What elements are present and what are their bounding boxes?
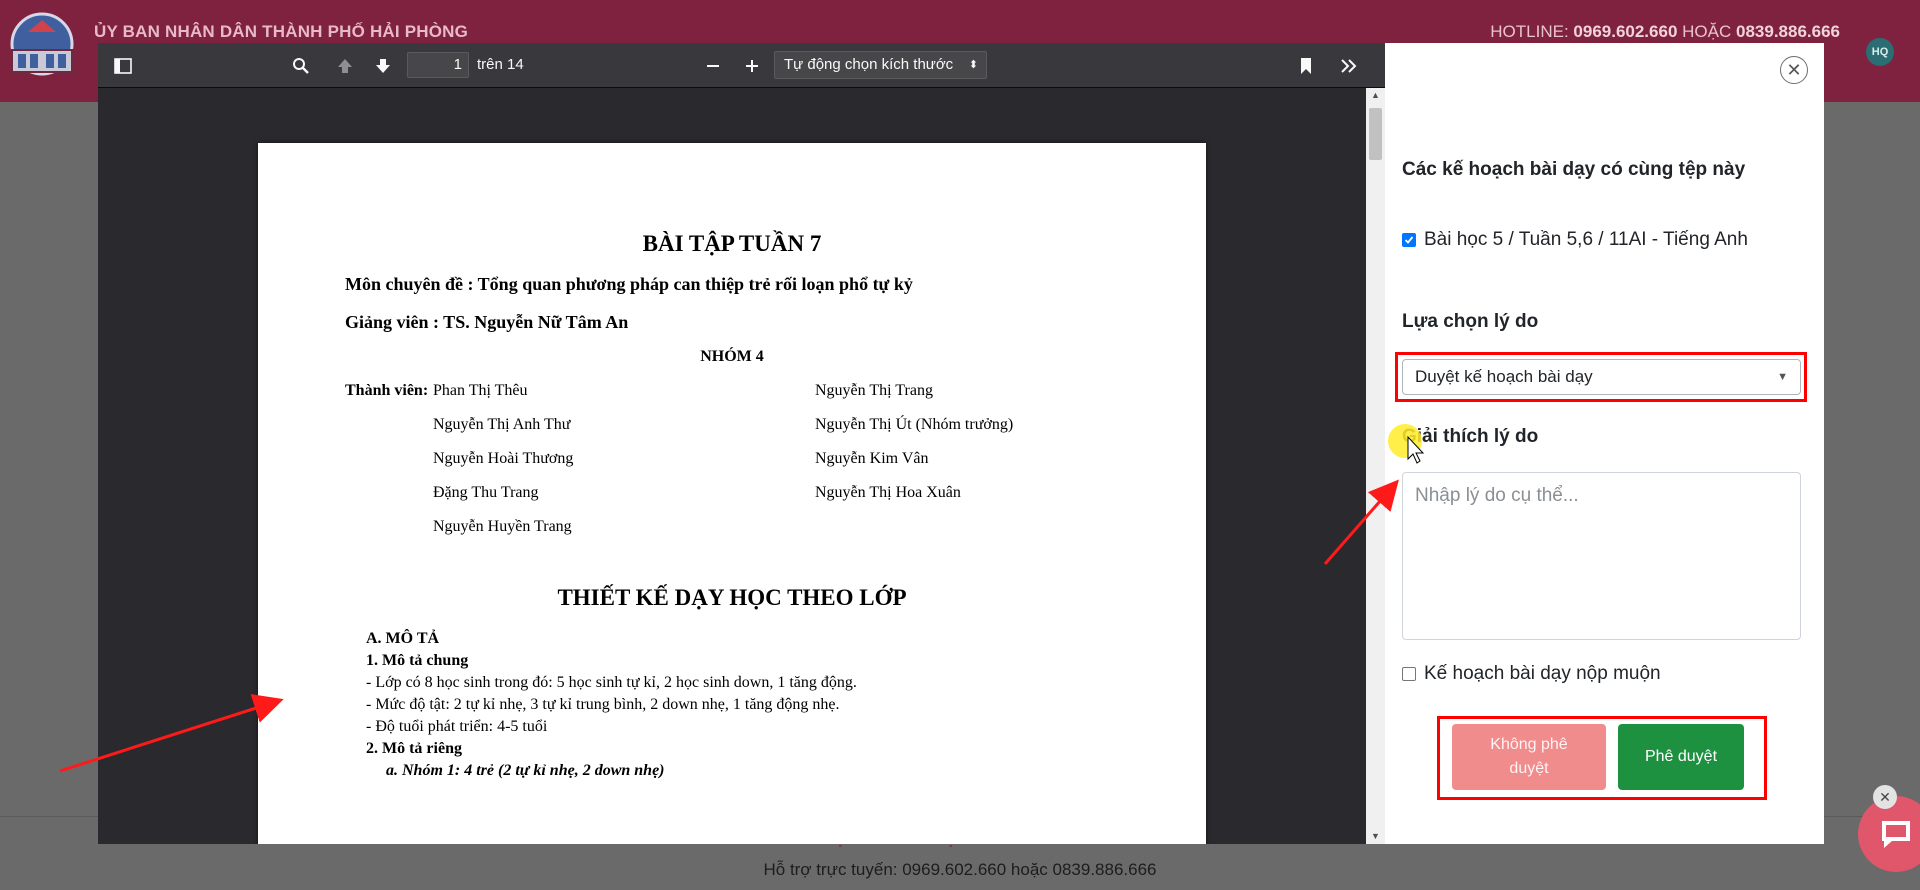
doc-bullet-3: - Độ tuổi phát triển: 4-5 tuổi — [366, 718, 548, 735]
doc-group: NHÓM 4 — [700, 348, 764, 365]
agency-name: ỦY BAN NHÂN DÂN THÀNH PHỐ HẢI PHÒNG — [94, 22, 469, 41]
member-left-4: Đặng Thu Trang — [433, 484, 539, 501]
hotline-number-2: 0839.886.666 — [1736, 22, 1840, 41]
select-updown-icon: ⬍ — [968, 59, 978, 71]
scroll-up-icon[interactable]: ▲ — [1366, 90, 1385, 100]
related-item[interactable]: Bài học 5 / Tuần 5,6 / 11AI - Tiếng Anh — [1402, 229, 1748, 251]
zoom-select-value: Tự động chọn kích thước — [784, 56, 954, 73]
checkbox-checked-icon[interactable] — [1402, 233, 1416, 247]
reject-button-label: Không phê duyệt — [1490, 736, 1568, 777]
doc-title: BÀI TẬP TUẦN 7 — [642, 231, 822, 256]
chat-icon — [1882, 821, 1910, 848]
doc-s1-heading: 1. Mô tả chung — [366, 652, 469, 669]
review-modal: 1 trên 14 Tự động chọn kích thước ⬍ BÀI … — [98, 43, 1824, 844]
footer-support: Hỗ trợ trực tuyến: 0969.602.660 hoặc 083… — [763, 860, 1157, 879]
member-left-1: Phan Thị Thêu — [433, 382, 528, 399]
bookmark-icon[interactable] — [1291, 51, 1321, 79]
doc-subject: Môn chuyên đề : Tổng quan phương pháp ca… — [345, 274, 913, 294]
doc-a-heading: A. MÔ TẢ — [366, 630, 440, 647]
pdf-scrollbar[interactable]: ▲ ▼ — [1366, 88, 1385, 844]
doc-bullet-2: - Mức độ tật: 2 tự kỉ nhẹ, 3 tự kỉ trung… — [366, 696, 840, 713]
explain-textarea[interactable]: Nhập lý do cụ thể... — [1402, 472, 1801, 640]
member-right-3: Nguyễn Kim Vân — [815, 450, 929, 467]
doc-bullet-1: - Lớp có 8 học sinh trong đó: 5 học sinh… — [366, 674, 857, 691]
sidebar-toggle-icon[interactable] — [108, 51, 138, 79]
previous-page-icon[interactable] — [330, 51, 360, 79]
member-left-5: Nguyễn Huyền Trang — [433, 518, 572, 535]
approve-button[interactable]: Phê duyệt — [1618, 724, 1744, 790]
reason-select-value: Duyệt kế hoạch bài dạy — [1415, 367, 1593, 386]
reason-heading: Lựa chọn lý do — [1402, 311, 1539, 332]
member-right-4: Nguyễn Thị Hoa Xuân — [815, 484, 961, 501]
zoom-select[interactable]: Tự động chọn kích thước ⬍ — [774, 51, 987, 79]
reject-button[interactable]: Không phê duyệt — [1452, 724, 1606, 790]
scroll-down-icon[interactable]: ▼ — [1366, 831, 1385, 841]
zoom-in-icon[interactable] — [737, 51, 767, 79]
late-submission[interactable]: Kế hoạch bài dạy nộp muộn — [1402, 663, 1661, 685]
checkbox-unchecked-icon[interactable] — [1402, 667, 1416, 681]
member-left-2: Nguyễn Thị Anh Thư — [433, 416, 571, 433]
pdf-document-area[interactable]: BÀI TẬP TUẦN 7 Môn chuyên đề : Tổng quan… — [98, 88, 1366, 844]
zoom-out-icon[interactable] — [698, 51, 728, 79]
explain-heading: Giải thích lý do — [1402, 426, 1539, 447]
user-avatar[interactable]: HQ — [1866, 38, 1894, 66]
tools-menu-icon[interactable] — [1334, 51, 1364, 79]
site-logo-icon[interactable] — [4, 10, 80, 86]
hotline-number-1: 0969.602.660 — [1573, 22, 1678, 41]
chevron-down-icon: ▼ — [1777, 371, 1788, 383]
late-submission-label: Kế hoạch bài dạy nộp muộn — [1424, 663, 1661, 684]
close-icon[interactable]: ✕ — [1780, 56, 1808, 84]
doc-lecturer: Giảng viên : TS. Nguyễn Nữ Tâm An — [345, 312, 629, 332]
related-heading: Các kế hoạch bài dạy có cùng tệp này — [1402, 159, 1746, 180]
related-item-label: Bài học 5 / Tuần 5,6 / 11AI - Tiếng Anh — [1424, 229, 1748, 250]
doc-s2-heading: 2. Mô tả riêng — [366, 740, 462, 757]
pdf-page: BÀI TẬP TUẦN 7 Môn chuyên đề : Tổng quan… — [258, 143, 1206, 844]
member-right-2: Nguyễn Thị Út (Nhóm trưởng) — [815, 416, 1014, 433]
member-left-3: Nguyễn Hoài Thương — [433, 450, 574, 467]
member-right-1: Nguyễn Thị Trang — [815, 382, 933, 399]
scrollbar-thumb[interactable] — [1369, 108, 1382, 160]
doc-s2a: a. Nhóm 1: 4 trẻ (2 tự kỉ nhẹ, 2 down nh… — [386, 762, 665, 779]
reason-select[interactable]: Duyệt kế hoạch bài dạy ▼ — [1402, 359, 1801, 395]
hotline-label: HOTLINE: — [1490, 22, 1569, 41]
hotline-text: HOTLINE: 0969.602.660 HOẶC 0839.886.666 — [1490, 22, 1840, 42]
page-number-input[interactable]: 1 — [407, 52, 469, 78]
doc-members-label: Thành viên: — [345, 382, 429, 399]
doc-section-title: THIẾT KẾ DẠY HỌC THEO LỚP — [557, 585, 907, 610]
pdf-toolbar: 1 trên 14 Tự động chọn kích thước ⬍ — [98, 43, 1385, 88]
review-panel: ✕ Các kế hoạch bài dạy có cùng tệp này B… — [1385, 43, 1824, 844]
pdf-viewer: 1 trên 14 Tự động chọn kích thước ⬍ BÀI … — [98, 43, 1385, 844]
search-icon[interactable] — [286, 51, 316, 79]
cursor-highlight — [1388, 424, 1422, 458]
next-page-icon[interactable] — [368, 51, 398, 79]
hotline-or: HOẶC — [1682, 22, 1732, 41]
chat-close-icon[interactable]: ✕ — [1873, 785, 1897, 809]
page-total: trên 14 — [477, 56, 524, 73]
